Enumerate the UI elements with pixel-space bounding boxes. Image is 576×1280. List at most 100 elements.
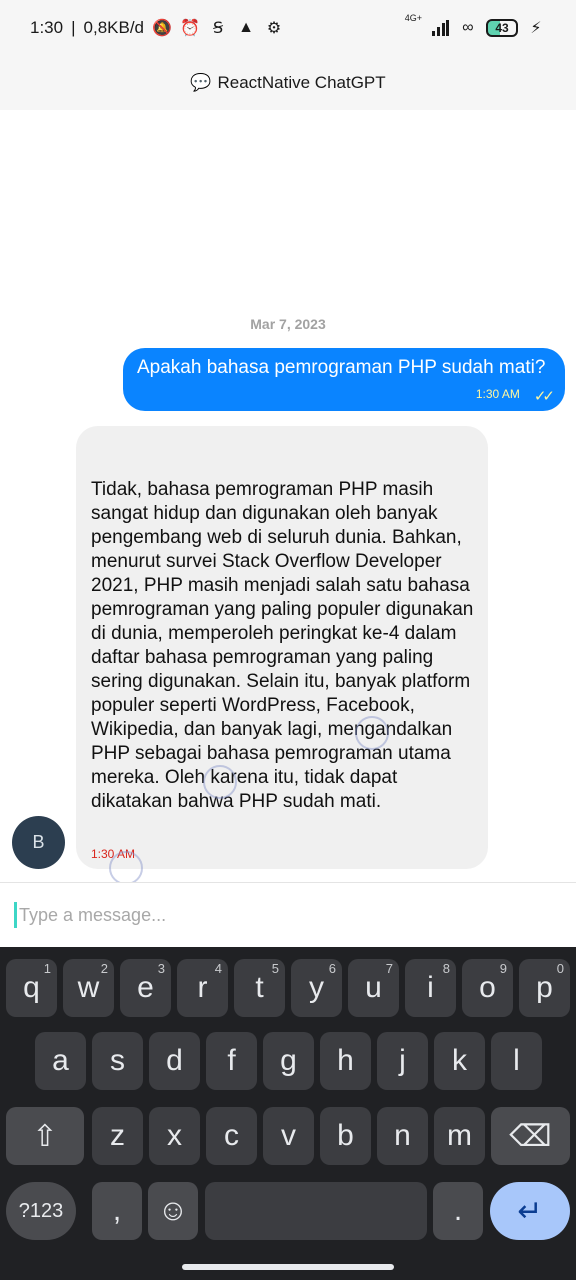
key-z[interactable]: z xyxy=(92,1107,143,1165)
key-hint: 5 xyxy=(271,961,279,976)
key-w[interactable]: w2 xyxy=(63,959,114,1017)
key-y[interactable]: y6 xyxy=(291,959,342,1017)
key-symbols-label: ?123 xyxy=(18,1199,64,1222)
message-input[interactable]: Type a message... xyxy=(19,905,166,926)
key-hint: 0 xyxy=(556,961,564,976)
key-label: j xyxy=(399,1044,406,1077)
incoming-message[interactable]: Tidak, bahasa pemrograman PHP masih sang… xyxy=(76,426,488,869)
signal-icon xyxy=(430,18,450,38)
key-label: l xyxy=(513,1044,520,1077)
key-label: y xyxy=(309,971,324,1004)
key-i[interactable]: i8 xyxy=(405,959,456,1017)
status-separator: | xyxy=(71,18,76,37)
emoji-icon[interactable]: ☺ xyxy=(148,1182,198,1240)
key-q[interactable]: q1 xyxy=(6,959,57,1017)
key-o[interactable]: o9 xyxy=(462,959,513,1017)
key-p[interactable]: p0 xyxy=(519,959,570,1017)
key-x[interactable]: x xyxy=(149,1107,200,1165)
key-label: f xyxy=(227,1044,236,1077)
speech-bubble-icon: 💬 xyxy=(190,73,212,92)
key-comma-label: , xyxy=(112,1194,122,1227)
outgoing-message-meta: 1:30 AM ✓✓ xyxy=(475,387,555,405)
key-g[interactable]: g xyxy=(263,1032,314,1090)
key-label: u xyxy=(365,971,382,1004)
mute-icon: 🔕 xyxy=(152,20,172,37)
key-label: o xyxy=(479,971,496,1004)
key-hint: 3 xyxy=(157,961,165,976)
key-label: c xyxy=(224,1119,239,1152)
key-label: g xyxy=(280,1044,297,1077)
key-label: i xyxy=(427,971,434,1004)
alarm-icon: ⏰ xyxy=(180,20,200,37)
chat-area[interactable]: Mar 7, 2023 Apakah bahasa pemrograman PH… xyxy=(0,110,576,885)
outgoing-message[interactable]: Apakah bahasa pemrograman PHP sudah mati… xyxy=(123,348,565,411)
key-e[interactable]: e3 xyxy=(120,959,171,1017)
outgoing-message-time: 1:30 AM xyxy=(475,387,520,401)
key-label: a xyxy=(52,1044,69,1077)
key-d[interactable]: d xyxy=(149,1032,200,1090)
key-t[interactable]: t5 xyxy=(234,959,285,1017)
battery-icon: 43 xyxy=(486,19,518,37)
key-period-label: . xyxy=(453,1194,463,1227)
key-h[interactable]: h xyxy=(320,1032,371,1090)
avatar[interactable]: B xyxy=(12,816,65,869)
keyboard: q1w2e3r4t5y6u7i8o9p0 asdfghjkl ⇧ z x c v b n m ⌫… xyxy=(0,947,576,1280)
battery-level: 43 xyxy=(495,21,509,35)
key-u[interactable]: u7 xyxy=(348,959,399,1017)
key-hint: 8 xyxy=(442,961,450,976)
key-k[interactable]: k xyxy=(434,1032,485,1090)
key-period[interactable]: . xyxy=(433,1182,483,1240)
key-hint: 6 xyxy=(328,961,336,976)
key-n[interactable]: n xyxy=(377,1107,428,1165)
key-label: e xyxy=(137,971,154,1004)
key-m[interactable]: m xyxy=(434,1107,485,1165)
charging-icon: ⚡ xyxy=(530,20,542,37)
touch-indicator xyxy=(109,851,143,885)
key-c[interactable]: c xyxy=(206,1107,257,1165)
key-symbols[interactable]: ?123 xyxy=(6,1182,76,1240)
key-label: w xyxy=(77,971,100,1004)
key-label: q xyxy=(23,971,40,1004)
touch-indicator xyxy=(203,765,237,799)
key-l[interactable]: l xyxy=(491,1032,542,1090)
message-composer[interactable]: Type a message... xyxy=(0,882,576,947)
link-icon: ∞ xyxy=(462,19,474,36)
key-hint: 7 xyxy=(385,961,393,976)
emoji-icon-glyph: ☺ xyxy=(157,1194,189,1227)
key-label: x xyxy=(167,1119,182,1152)
key-label: k xyxy=(452,1044,467,1077)
key-label: p xyxy=(536,971,553,1004)
key-label: n xyxy=(394,1119,411,1152)
text-cursor xyxy=(14,902,17,928)
key-label: d xyxy=(166,1044,183,1077)
incoming-message-text: Tidak, bahasa pemrograman PHP masih sang… xyxy=(91,479,474,812)
key-b[interactable]: b xyxy=(320,1107,371,1165)
key-label: r xyxy=(197,971,208,1004)
status-right: 4G+ ∞ 43 ⚡ xyxy=(405,14,546,38)
enter-icon-glyph: ↵ xyxy=(517,1194,543,1228)
enter-icon[interactable]: ↵ xyxy=(490,1182,570,1240)
app-header: 💬 ReactNative ChatGPT xyxy=(0,56,576,110)
key-space[interactable] xyxy=(205,1182,427,1240)
key-hint: 4 xyxy=(214,961,222,976)
key-r[interactable]: r4 xyxy=(177,959,228,1017)
vpn-icon: ▲ xyxy=(238,19,254,36)
key-s[interactable]: s xyxy=(92,1032,143,1090)
key-label: s xyxy=(110,1044,125,1077)
shift-icon-glyph: ⇧ xyxy=(32,1119,58,1153)
key-comma[interactable]: , xyxy=(92,1182,142,1240)
key-j[interactable]: j xyxy=(377,1032,428,1090)
gesture-nav-bar[interactable] xyxy=(182,1264,394,1270)
key-label: m xyxy=(447,1119,472,1152)
key-a[interactable]: a xyxy=(35,1032,86,1090)
key-label: t xyxy=(255,971,264,1004)
key-f[interactable]: f xyxy=(206,1032,257,1090)
app-icon: Ꞩ xyxy=(212,20,224,37)
backspace-icon-glyph: ⌫ xyxy=(509,1119,552,1153)
key-v[interactable]: v xyxy=(263,1107,314,1165)
outgoing-message-text: Apakah bahasa pemrograman PHP sudah mati… xyxy=(137,357,546,378)
key-hint: 1 xyxy=(43,961,51,976)
avatar-letter: B xyxy=(32,832,45,852)
shift-icon[interactable]: ⇧ xyxy=(6,1107,84,1165)
backspace-icon[interactable]: ⌫ xyxy=(491,1107,570,1165)
